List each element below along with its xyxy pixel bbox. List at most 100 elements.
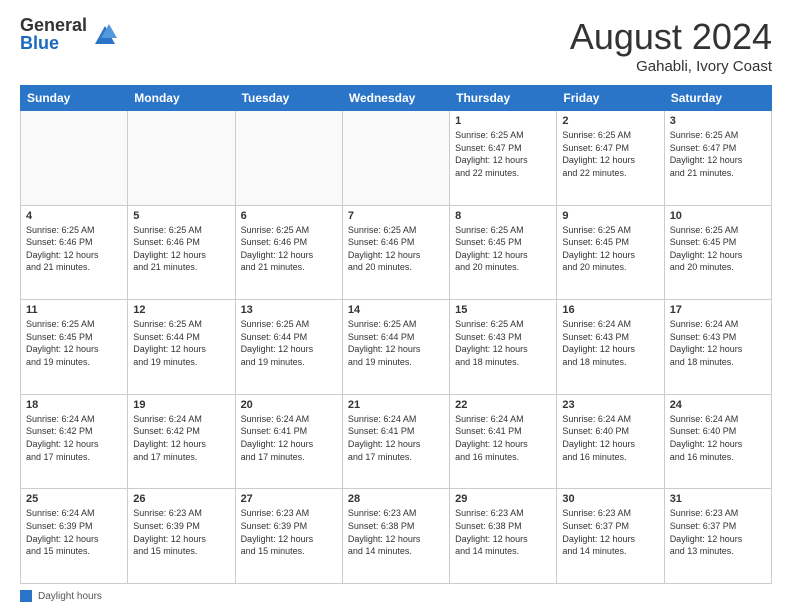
day-number: 18	[26, 399, 122, 411]
day-info: Sunrise: 6:23 AMSunset: 6:38 PMDaylight:…	[455, 507, 551, 557]
day-info: Sunrise: 6:23 AMSunset: 6:37 PMDaylight:…	[670, 507, 766, 557]
day-number: 31	[670, 493, 766, 505]
calendar-cell: 25Sunrise: 6:24 AMSunset: 6:39 PMDayligh…	[21, 489, 128, 584]
calendar-cell: 19 Sunrise: 6:24 AMSunset: 6:42 PMDayligh…	[128, 394, 235, 489]
calendar-cell: 29 Sunrise: 6:23 AMSunset: 6:38 PMDayligh…	[450, 489, 557, 584]
day-number: 14	[348, 304, 444, 316]
calendar-cell: 22Sunrise: 6:24 AMSunset: 6:41 PMDayligh…	[450, 394, 557, 489]
calendar-cell: 23Sunrise: 6:24 AMSunset: 6:40 PMDayligh…	[557, 394, 664, 489]
page: General Blue August 2024 Gahabli, Ivory …	[0, 0, 792, 612]
day-info: Sunrise: 6:23 AMSunset: 6:37 PMDaylight:…	[562, 507, 658, 557]
title-block: August 2024 Gahabli, Ivory Coast	[570, 16, 772, 75]
col-header-sunday: Sunday	[21, 86, 128, 111]
day-info: Sunrise: 6:24 AMSunset: 6:39 PMDaylight:…	[26, 507, 122, 557]
day-number: 29	[455, 493, 551, 505]
day-info: Sunrise: 6:24 AMSunset: 6:43 PMDaylight:…	[670, 318, 766, 368]
calendar-cell: 3Sunrise: 6:25 AMSunset: 6:47 PMDaylight…	[664, 111, 771, 206]
day-info: Sunrise: 6:23 AMSunset: 6:38 PMDaylight:…	[348, 507, 444, 557]
col-header-monday: Monday	[128, 86, 235, 111]
footer: Daylight hours	[20, 590, 772, 602]
day-number: 4	[26, 210, 122, 222]
day-number: 23	[562, 399, 658, 411]
day-number: 5	[133, 210, 229, 222]
day-number: 27	[241, 493, 337, 505]
calendar-cell	[21, 111, 128, 206]
day-number: 19	[133, 399, 229, 411]
day-info: Sunrise: 6:24 AMSunset: 6:41 PMDaylight:…	[455, 413, 551, 463]
subtitle: Gahabli, Ivory Coast	[570, 58, 772, 75]
calendar-cell: 27Sunrise: 6:23 AMSunset: 6:39 PMDayligh…	[235, 489, 342, 584]
calendar-week-row: 18 Sunrise: 6:24 AMSunset: 6:42 PMDayligh…	[21, 394, 772, 489]
calendar-cell	[235, 111, 342, 206]
calendar-header-row: SundayMondayTuesdayWednesdayThursdayFrid…	[21, 86, 772, 111]
day-info: Sunrise: 6:24 AMSunset: 6:42 PMDaylight:…	[133, 413, 229, 463]
calendar-cell: 12 Sunrise: 6:25 AMSunset: 6:44 PMDayligh…	[128, 300, 235, 395]
col-header-friday: Friday	[557, 86, 664, 111]
day-info: Sunrise: 6:25 AMSunset: 6:46 PMDaylight:…	[133, 224, 229, 274]
logo-text: General Blue	[20, 16, 87, 52]
calendar-cell: 24Sunrise: 6:24 AMSunset: 6:40 PMDayligh…	[664, 394, 771, 489]
logo-general: General	[20, 16, 87, 34]
day-info: Sunrise: 6:25 AMSunset: 6:46 PMDaylight:…	[348, 224, 444, 274]
logo-icon	[91, 20, 119, 48]
daylight-label: Daylight hours	[38, 591, 102, 602]
day-info: Sunrise: 6:25 AMSunset: 6:47 PMDaylight:…	[562, 129, 658, 179]
day-number: 17	[670, 304, 766, 316]
calendar-cell: 14 Sunrise: 6:25 AMSunset: 6:44 PMDayligh…	[342, 300, 449, 395]
col-header-saturday: Saturday	[664, 86, 771, 111]
day-info: Sunrise: 6:25 AMSunset: 6:45 PMDaylight:…	[455, 224, 551, 274]
day-number: 12	[133, 304, 229, 316]
calendar-cell: 31 Sunrise: 6:23 AMSunset: 6:37 PMDayligh…	[664, 489, 771, 584]
day-number: 7	[348, 210, 444, 222]
logo: General Blue	[20, 16, 119, 52]
calendar-cell: 20 Sunrise: 6:24 AMSunset: 6:41 PMDayligh…	[235, 394, 342, 489]
col-header-thursday: Thursday	[450, 86, 557, 111]
day-number: 11	[26, 304, 122, 316]
day-info: Sunrise: 6:24 AMSunset: 6:41 PMDaylight:…	[348, 413, 444, 463]
calendar-cell: 30Sunrise: 6:23 AMSunset: 6:37 PMDayligh…	[557, 489, 664, 584]
day-number: 10	[670, 210, 766, 222]
day-number: 20	[241, 399, 337, 411]
day-number: 28	[348, 493, 444, 505]
calendar-cell: 18Sunrise: 6:24 AMSunset: 6:42 PMDayligh…	[21, 394, 128, 489]
calendar-cell: 17 Sunrise: 6:24 AMSunset: 6:43 PMDayligh…	[664, 300, 771, 395]
day-info: Sunrise: 6:25 AMSunset: 6:46 PMDaylight:…	[241, 224, 337, 274]
day-number: 26	[133, 493, 229, 505]
day-number: 13	[241, 304, 337, 316]
day-info: Sunrise: 6:25 AMSunset: 6:46 PMDaylight:…	[26, 224, 122, 274]
day-info: Sunrise: 6:25 AMSunset: 6:43 PMDaylight:…	[455, 318, 551, 368]
calendar-cell: 1 Sunrise: 6:25 AMSunset: 6:47 PMDaylight…	[450, 111, 557, 206]
day-number: 21	[348, 399, 444, 411]
col-header-tuesday: Tuesday	[235, 86, 342, 111]
calendar-cell: 28 Sunrise: 6:23 AMSunset: 6:38 PMDayligh…	[342, 489, 449, 584]
calendar-cell: 11 Sunrise: 6:25 AMSunset: 6:45 PMDayligh…	[21, 300, 128, 395]
day-number: 6	[241, 210, 337, 222]
day-info: Sunrise: 6:25 AMSunset: 6:45 PMDaylight:…	[26, 318, 122, 368]
col-header-wednesday: Wednesday	[342, 86, 449, 111]
calendar-cell: 21 Sunrise: 6:24 AMSunset: 6:41 PMDayligh…	[342, 394, 449, 489]
calendar-week-row: 11 Sunrise: 6:25 AMSunset: 6:45 PMDayligh…	[21, 300, 772, 395]
day-number: 2	[562, 115, 658, 127]
day-number: 15	[455, 304, 551, 316]
calendar-cell	[342, 111, 449, 206]
calendar-cell: 10 Sunrise: 6:25 AMSunset: 6:45 PMDayligh…	[664, 205, 771, 300]
day-info: Sunrise: 6:25 AMSunset: 6:47 PMDaylight:…	[455, 129, 551, 179]
day-info: Sunrise: 6:25 AMSunset: 6:45 PMDaylight:…	[562, 224, 658, 274]
logo-blue: Blue	[20, 34, 87, 52]
calendar-cell: 13Sunrise: 6:25 AMSunset: 6:44 PMDayligh…	[235, 300, 342, 395]
calendar-cell: 15 Sunrise: 6:25 AMSunset: 6:43 PMDayligh…	[450, 300, 557, 395]
calendar-cell: 26 Sunrise: 6:23 AMSunset: 6:39 PMDayligh…	[128, 489, 235, 584]
day-info: Sunrise: 6:23 AMSunset: 6:39 PMDaylight:…	[133, 507, 229, 557]
calendar-week-row: 25Sunrise: 6:24 AMSunset: 6:39 PMDayligh…	[21, 489, 772, 584]
calendar-week-row: 1 Sunrise: 6:25 AMSunset: 6:47 PMDaylight…	[21, 111, 772, 206]
day-number: 1	[455, 115, 551, 127]
calendar-week-row: 4 Sunrise: 6:25 AMSunset: 6:46 PMDaylight…	[21, 205, 772, 300]
calendar-cell: 16Sunrise: 6:24 AMSunset: 6:43 PMDayligh…	[557, 300, 664, 395]
calendar-cell: 8Sunrise: 6:25 AMSunset: 6:45 PMDaylight…	[450, 205, 557, 300]
day-info: Sunrise: 6:25 AMSunset: 6:45 PMDaylight:…	[670, 224, 766, 274]
day-info: Sunrise: 6:25 AMSunset: 6:44 PMDaylight:…	[133, 318, 229, 368]
day-info: Sunrise: 6:25 AMSunset: 6:44 PMDaylight:…	[348, 318, 444, 368]
day-info: Sunrise: 6:24 AMSunset: 6:40 PMDaylight:…	[670, 413, 766, 463]
calendar-table: SundayMondayTuesdayWednesdayThursdayFrid…	[20, 85, 772, 584]
day-info: Sunrise: 6:24 AMSunset: 6:41 PMDaylight:…	[241, 413, 337, 463]
